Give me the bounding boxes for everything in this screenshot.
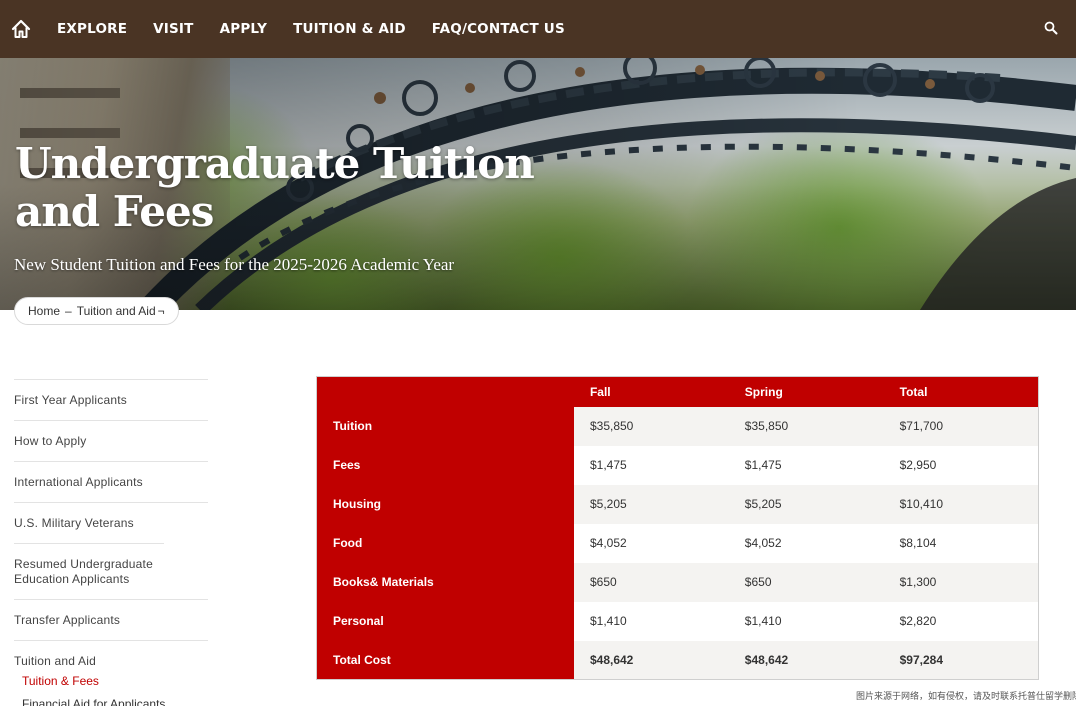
nav-item-tuition-aid[interactable]: TUITION & AID bbox=[293, 21, 406, 37]
row-label: Personal bbox=[316, 601, 574, 641]
cell-spring: $1,410 bbox=[728, 601, 884, 641]
row-label: Food bbox=[316, 523, 574, 563]
home-button[interactable] bbox=[0, 0, 42, 58]
row-label: Total Cost bbox=[316, 640, 574, 680]
sidebar-item-resumed-education[interactable]: Resumed Undergraduate Education Applican… bbox=[14, 543, 164, 599]
cell-spring: $48,642 bbox=[728, 640, 884, 680]
cell-spring: $5,205 bbox=[728, 484, 884, 524]
cell-fall: $1,410 bbox=[573, 601, 729, 641]
cell-spring: $35,850 bbox=[728, 406, 884, 446]
table-row: Personal $1,410 $1,410 $2,820 bbox=[316, 601, 1039, 641]
cell-fall: $48,642 bbox=[573, 640, 729, 680]
cell-fall: $650 bbox=[573, 562, 729, 602]
table-row: Tuition $35,850 $35,850 $71,700 bbox=[316, 406, 1039, 446]
table-header-total: Total bbox=[883, 376, 1039, 407]
tuition-fees-table: Fall Spring Total Tuition $35,850 $35,85… bbox=[316, 376, 1039, 680]
table-row: Books& Materials $650 $650 $1,300 bbox=[316, 562, 1039, 602]
sidebar-subitem-tuition-fees[interactable]: Tuition & Fees bbox=[14, 670, 208, 693]
nav-item-apply[interactable]: APPLY bbox=[220, 21, 268, 37]
cell-spring: $1,475 bbox=[728, 445, 884, 485]
sidebar-item-veterans[interactable]: U.S. Military Veterans bbox=[14, 502, 208, 543]
nav-item-explore[interactable]: EXPLORE bbox=[57, 21, 127, 37]
page-subtitle: New Student Tuition and Fees for the 202… bbox=[14, 255, 455, 274]
nav-menu: EXPLORE VISIT APPLY TUITION & AID FAQ/CO… bbox=[57, 21, 591, 37]
cell-total: $8,104 bbox=[883, 523, 1039, 563]
sidebar-item-transfer[interactable]: Transfer Applicants bbox=[14, 599, 208, 640]
sidebar-subitem-financial-aid[interactable]: Financial Aid for Applicants bbox=[14, 693, 208, 706]
row-label: Tuition bbox=[316, 406, 574, 446]
table-row: Housing $5,205 $5,205 $10,410 bbox=[316, 484, 1039, 524]
table-row: Fees $1,475 $1,475 $2,950 bbox=[316, 445, 1039, 485]
cell-total: $1,300 bbox=[883, 562, 1039, 602]
row-label: Housing bbox=[316, 484, 574, 524]
row-label: Books& Materials bbox=[316, 562, 574, 602]
nav-item-visit[interactable]: VISIT bbox=[153, 21, 193, 37]
cell-total: $71,700 bbox=[883, 406, 1039, 446]
table-header-row: Fall Spring Total bbox=[316, 376, 1039, 407]
breadcrumb-home-link[interactable]: Home bbox=[28, 304, 60, 318]
cell-fall: $5,205 bbox=[573, 484, 729, 524]
cell-total: $97,284 bbox=[883, 640, 1039, 680]
cell-spring: $4,052 bbox=[728, 523, 884, 563]
sidebar-item-first-year[interactable]: First Year Applicants bbox=[14, 379, 208, 420]
breadcrumb: Home – Tuition and Aid ¬ bbox=[14, 297, 179, 325]
home-icon bbox=[11, 19, 31, 38]
breadcrumb-tuition-aid-link[interactable]: Tuition and Aid bbox=[77, 304, 156, 318]
sidebar-item-international[interactable]: International Applicants bbox=[14, 461, 208, 502]
sidebar-navigation: First Year Applicants How to Apply Inter… bbox=[14, 379, 208, 706]
breadcrumb-dropdown-indicator[interactable]: ¬ bbox=[158, 304, 165, 318]
cell-fall: $1,475 bbox=[573, 445, 729, 485]
page-title: Undergraduate Tuition and Fees bbox=[15, 139, 535, 236]
top-navigation: EXPLORE VISIT APPLY TUITION & AID FAQ/CO… bbox=[0, 0, 1076, 58]
sidebar-submenu: Tuition & Fees Financial Aid for Applica… bbox=[14, 669, 208, 706]
search-icon bbox=[1044, 21, 1058, 35]
table-row-total: Total Cost $48,642 $48,642 $97,284 bbox=[316, 640, 1039, 680]
cell-spring: $650 bbox=[728, 562, 884, 602]
image-source-notice: 图片来源于网络，如有侵权，请及时联系托普仕留学删除 bbox=[856, 691, 1076, 701]
cell-fall: $35,850 bbox=[573, 406, 729, 446]
row-label: Fees bbox=[316, 445, 574, 485]
sidebar-item-tuition-aid[interactable]: Tuition and Aid bbox=[14, 640, 208, 669]
cell-total: $2,950 bbox=[883, 445, 1039, 485]
cell-total: $10,410 bbox=[883, 484, 1039, 524]
table-row: Food $4,052 $4,052 $8,104 bbox=[316, 523, 1039, 563]
table-header-fall: Fall bbox=[573, 376, 729, 407]
breadcrumb-separator: – bbox=[65, 304, 72, 318]
table-header-spring: Spring bbox=[728, 376, 884, 407]
sidebar-item-how-to-apply[interactable]: How to Apply bbox=[14, 420, 208, 461]
cell-total: $2,820 bbox=[883, 601, 1039, 641]
table-header-label bbox=[316, 376, 574, 407]
nav-item-faq-contact[interactable]: FAQ/CONTACT US bbox=[432, 21, 565, 37]
cell-fall: $4,052 bbox=[573, 523, 729, 563]
search-button[interactable] bbox=[1040, 17, 1062, 39]
